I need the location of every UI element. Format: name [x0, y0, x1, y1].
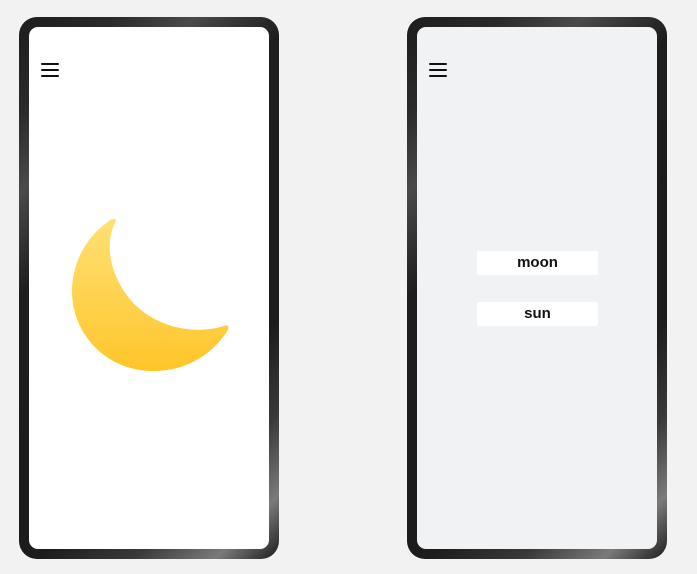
menu-line [429, 63, 447, 65]
menu-line [429, 69, 447, 71]
phone-frame-left [19, 17, 279, 559]
crescent-moon-icon [72, 218, 229, 371]
moon-screen [29, 27, 269, 549]
menu-line [41, 63, 59, 65]
menu-screen: moon sun [417, 27, 657, 549]
moon-option-button[interactable]: moon [477, 251, 598, 275]
menu-line [41, 75, 59, 77]
phone-frame-right: moon sun [407, 17, 667, 559]
sun-option-button[interactable]: sun [477, 302, 598, 326]
hamburger-menu-icon[interactable] [429, 63, 447, 77]
menu-line [41, 69, 59, 71]
menu-line [429, 75, 447, 77]
hamburger-menu-icon[interactable] [41, 63, 59, 77]
